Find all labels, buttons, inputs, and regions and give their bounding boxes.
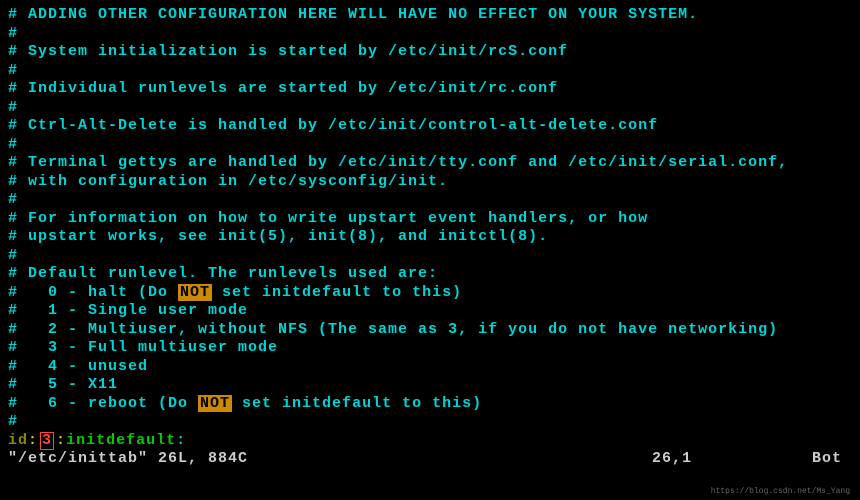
id-label: id bbox=[8, 432, 28, 449]
comment-line: # with configuration in /etc/sysconfig/i… bbox=[8, 173, 852, 192]
runlevel-1-line: # 1 - Single user mode bbox=[8, 302, 852, 321]
comment-line: # bbox=[8, 62, 852, 81]
runlevel-3-line: # 3 - Full multiuser mode bbox=[8, 339, 852, 358]
comment-line: # Individual runlevels are started by /e… bbox=[8, 80, 852, 99]
comment-line: # bbox=[8, 25, 852, 44]
separator-colon: : bbox=[176, 432, 186, 449]
comment-line: # bbox=[8, 413, 852, 432]
comment-line: # upstart works, see init(5), init(8), a… bbox=[8, 228, 852, 247]
comment-line: # Terminal gettys are handled by /etc/in… bbox=[8, 154, 852, 173]
comment-line: # bbox=[8, 247, 852, 266]
comment-line: # System initialization is started by /e… bbox=[8, 43, 852, 62]
runlevel-2-line: # 2 - Multiuser, without NFS (The same a… bbox=[8, 321, 852, 340]
comment-line: # ADDING OTHER CONFIGURATION HERE WILL H… bbox=[8, 6, 852, 25]
comment-line: # bbox=[8, 136, 852, 155]
runlevel-text: set initdefault to this) bbox=[212, 284, 462, 301]
inittab-default-line: id:3:initdefault: bbox=[8, 432, 852, 451]
initdefault-action: initdefault bbox=[66, 432, 176, 449]
runlevel-text: set initdefault to this) bbox=[232, 395, 482, 412]
terminal-viewport[interactable]: # ADDING OTHER CONFIGURATION HERE WILL H… bbox=[0, 0, 860, 475]
vi-status-line: "/etc/inittab" 26L, 884C 26,1 Bot bbox=[8, 450, 852, 469]
not-highlight: NOT bbox=[198, 395, 232, 412]
not-highlight: NOT bbox=[178, 284, 212, 301]
runlevel-text: # 0 - halt (Do bbox=[8, 284, 178, 301]
comment-line: # For information on how to write upstar… bbox=[8, 210, 852, 229]
separator-colon: : bbox=[28, 432, 38, 449]
watermark-text: https://blog.csdn.net/Ms_Yang bbox=[711, 487, 850, 496]
runlevel-text: # 6 - reboot (Do bbox=[8, 395, 198, 412]
comment-line: # Ctrl-Alt-Delete is handled by /etc/ini… bbox=[8, 117, 852, 136]
runlevel-value: 3 bbox=[42, 432, 52, 449]
separator-colon: : bbox=[56, 432, 66, 449]
cursor-position: 26,1 bbox=[652, 450, 772, 469]
runlevel-0-line: # 0 - halt (Do NOT set initdefault to th… bbox=[8, 284, 852, 303]
runlevel-4-line: # 4 - unused bbox=[8, 358, 852, 377]
runlevel-5-line: # 5 - X11 bbox=[8, 376, 852, 395]
comment-line: # bbox=[8, 191, 852, 210]
runlevel-value-box: 3 bbox=[40, 432, 54, 450]
scroll-position: Bot bbox=[772, 450, 852, 469]
runlevel-6-line: # 6 - reboot (Do NOT set initdefault to … bbox=[8, 395, 852, 414]
comment-line: # Default runlevel. The runlevels used a… bbox=[8, 265, 852, 284]
comment-line: # bbox=[8, 99, 852, 118]
file-info: "/etc/inittab" 26L, 884C bbox=[8, 450, 652, 469]
